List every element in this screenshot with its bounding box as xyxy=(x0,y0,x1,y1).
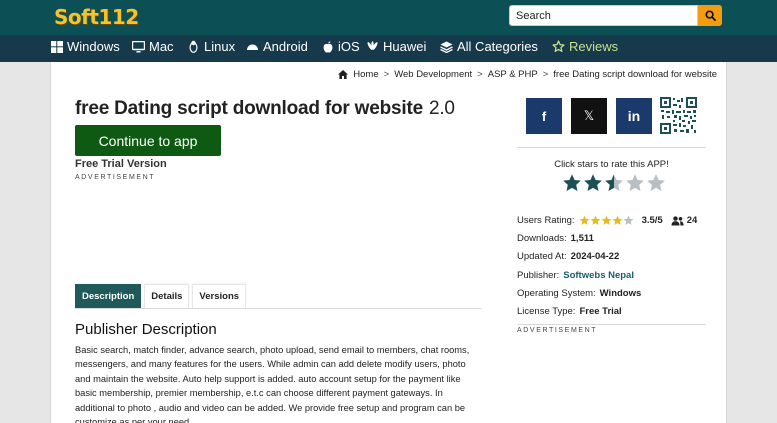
nav-item-huawei[interactable]: Huawei xyxy=(366,39,426,54)
breadcrumb-separator: > xyxy=(542,69,549,80)
huawei-icon xyxy=(366,40,379,53)
users-rating-stars xyxy=(579,215,634,226)
rating-star-icon xyxy=(590,215,600,225)
license-label: Free Trial Version xyxy=(75,158,167,170)
search-input[interactable] xyxy=(509,5,698,26)
nav-label: All Categories xyxy=(457,39,538,54)
breadcrumb-separator: > xyxy=(383,69,390,80)
sidebar-advertisement-label: ADVERTISEMENT xyxy=(517,327,598,334)
tab-versions[interactable]: Versions xyxy=(192,284,247,308)
users-rating-row: Users Rating: 3.5/5 24 xyxy=(517,215,697,226)
users-icon xyxy=(671,215,684,226)
nav-label: Android xyxy=(263,39,308,54)
search-button[interactable] xyxy=(698,5,722,26)
breadcrumb-web-development[interactable]: Web Development xyxy=(394,69,472,80)
divider xyxy=(517,147,706,148)
rate-star-icon[interactable] xyxy=(583,173,603,193)
x-share-button[interactable]: 𝕏 xyxy=(571,98,607,134)
downloads-label: Downloads: xyxy=(517,233,567,244)
rate-star-icon[interactable] xyxy=(562,173,582,193)
tab-bar: Description Details Versions xyxy=(75,284,247,308)
section-heading: Publisher Description xyxy=(75,321,217,338)
nav-label: iOS xyxy=(338,39,360,54)
page-title: free Dating script download for website 2… xyxy=(75,98,455,120)
rate-prompt: Click stars to rate this APP! xyxy=(554,159,669,170)
nav-label: Mac xyxy=(149,39,174,54)
app-version: 2.0 xyxy=(428,98,455,119)
breadcrumb-home[interactable]: Home xyxy=(353,69,378,80)
nav-item-ios[interactable]: iOS xyxy=(321,39,360,54)
star-outline-icon xyxy=(552,40,565,53)
nav-item-mac[interactable]: Mac xyxy=(132,39,174,54)
breadcrumb: Home > Web Development > ASP & PHP > fre… xyxy=(338,69,717,80)
advertisement-label: ADVERTISEMENT xyxy=(75,174,156,181)
apple-icon xyxy=(321,40,334,53)
android-icon xyxy=(246,40,259,53)
rating-star-icon xyxy=(612,215,622,225)
tab-description[interactable]: Description xyxy=(75,284,142,308)
breadcrumb-current: free Dating script download for website xyxy=(553,69,717,80)
nav-label: Windows xyxy=(67,39,120,54)
rate-star-icon[interactable] xyxy=(646,173,666,193)
publisher-link[interactable]: Softwebs Nepal xyxy=(563,270,634,281)
windows-icon xyxy=(50,40,63,53)
linkedin-share-button[interactable]: in xyxy=(616,98,652,134)
search-box xyxy=(509,5,722,26)
nav-item-reviews[interactable]: Reviews xyxy=(552,39,618,54)
breadcrumb-separator: > xyxy=(477,69,483,80)
nav-item-android[interactable]: Android xyxy=(246,39,308,54)
users-rating-label: Users Rating: xyxy=(517,215,575,226)
nav-label: Reviews xyxy=(569,39,619,54)
rating-star-icon xyxy=(623,215,633,225)
license-type-row: License Type: Free Trial xyxy=(517,306,622,317)
continue-to-app-button[interactable]: Continue to app xyxy=(75,125,221,156)
facebook-share-button[interactable]: f xyxy=(526,98,562,134)
x-icon: 𝕏 xyxy=(583,108,595,123)
rate-star-icon[interactable] xyxy=(625,173,645,193)
divider xyxy=(517,324,706,325)
tab-divider xyxy=(75,308,481,309)
rating-star-icon xyxy=(579,215,589,225)
rate-stars xyxy=(562,173,666,193)
linkedin-icon: in xyxy=(627,108,641,124)
users-rating-value: 3.5/5 xyxy=(641,215,663,226)
site-logo[interactable]: Soft112 xyxy=(54,5,139,29)
nav-item-windows[interactable]: Windows xyxy=(50,39,120,54)
license-type-label: License Type: xyxy=(517,306,576,317)
nav-label: Huawei xyxy=(383,39,427,54)
downloads-row: Downloads: 1,511 xyxy=(517,233,594,244)
os-label: Operating System: xyxy=(517,288,596,299)
breadcrumb-asp-php[interactable]: ASP & PHP xyxy=(488,69,538,80)
rate-star-icon[interactable] xyxy=(604,173,624,193)
monitor-icon xyxy=(132,40,145,53)
qr-code xyxy=(660,97,697,134)
nav-item-linux[interactable]: Linux xyxy=(187,39,235,54)
nav-item-all-categories[interactable]: All Categories xyxy=(440,39,538,54)
license-type-value: Free Trial xyxy=(579,306,622,317)
rating-star-icon xyxy=(601,215,611,225)
app-title-text: free Dating script download for website xyxy=(75,98,423,119)
search-icon xyxy=(704,10,716,21)
facebook-icon: f xyxy=(541,108,547,124)
downloads-value: 1,511 xyxy=(570,233,594,244)
publisher-description: Basic search, match finder, advance sear… xyxy=(75,345,470,423)
updated-row: Updated At: 2024-04-22 xyxy=(517,251,619,262)
updated-label: Updated At: xyxy=(517,251,567,262)
updated-value: 2024-04-22 xyxy=(570,251,620,262)
publisher-row: Publisher: Softwebs Nepal xyxy=(517,270,634,281)
home-icon xyxy=(338,70,349,79)
layers-icon xyxy=(440,40,453,53)
category-nav: Windows Mac Linux Android iOS Huawei All… xyxy=(0,35,777,62)
os-row: Operating System: Windows xyxy=(517,288,641,299)
app-card: Home > Web Development > ASP & PHP > fre… xyxy=(50,62,727,423)
linux-icon xyxy=(187,40,200,53)
tab-details[interactable]: Details xyxy=(144,284,190,308)
top-header: Soft112 xyxy=(0,0,777,35)
users-count: 24 xyxy=(686,215,698,226)
os-value: Windows xyxy=(599,288,642,299)
publisher-label: Publisher: xyxy=(517,270,560,281)
nav-label: Linux xyxy=(204,39,236,54)
